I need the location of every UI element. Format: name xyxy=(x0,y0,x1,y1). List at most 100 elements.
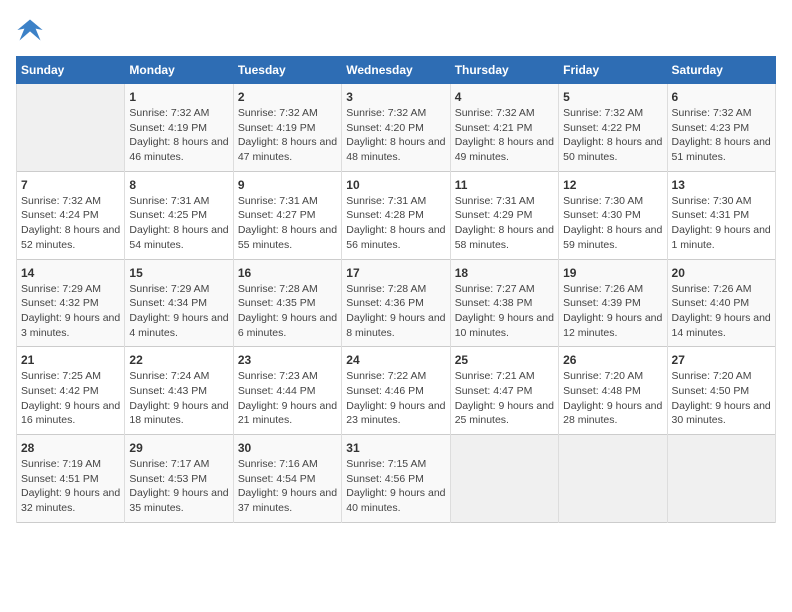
calendar-cell: 8 Sunrise: 7:31 AMSunset: 4:25 PMDayligh… xyxy=(125,171,233,259)
day-info: Sunrise: 7:20 AMSunset: 4:50 PMDaylight:… xyxy=(672,369,771,428)
day-number: 25 xyxy=(455,353,554,367)
calendar-cell: 21 Sunrise: 7:25 AMSunset: 4:42 PMDaylig… xyxy=(17,347,125,435)
weekday-header-tuesday: Tuesday xyxy=(233,57,341,84)
day-number: 6 xyxy=(672,90,771,104)
calendar-cell: 10 Sunrise: 7:31 AMSunset: 4:28 PMDaylig… xyxy=(342,171,450,259)
day-info: Sunrise: 7:23 AMSunset: 4:44 PMDaylight:… xyxy=(238,369,337,428)
day-number: 21 xyxy=(21,353,120,367)
day-info: Sunrise: 7:32 AMSunset: 4:24 PMDaylight:… xyxy=(21,194,120,253)
calendar-week-row: 28 Sunrise: 7:19 AMSunset: 4:51 PMDaylig… xyxy=(17,435,776,523)
day-info: Sunrise: 7:31 AMSunset: 4:25 PMDaylight:… xyxy=(129,194,228,253)
calendar-week-row: 14 Sunrise: 7:29 AMSunset: 4:32 PMDaylig… xyxy=(17,259,776,347)
calendar-cell xyxy=(667,435,775,523)
calendar-cell: 16 Sunrise: 7:28 AMSunset: 4:35 PMDaylig… xyxy=(233,259,341,347)
day-info: Sunrise: 7:15 AMSunset: 4:56 PMDaylight:… xyxy=(346,457,445,516)
calendar-cell: 19 Sunrise: 7:26 AMSunset: 4:39 PMDaylig… xyxy=(559,259,667,347)
day-info: Sunrise: 7:30 AMSunset: 4:31 PMDaylight:… xyxy=(672,194,771,253)
day-number: 30 xyxy=(238,441,337,455)
calendar-table: SundayMondayTuesdayWednesdayThursdayFrid… xyxy=(16,56,776,523)
day-info: Sunrise: 7:17 AMSunset: 4:53 PMDaylight:… xyxy=(129,457,228,516)
calendar-cell: 23 Sunrise: 7:23 AMSunset: 4:44 PMDaylig… xyxy=(233,347,341,435)
day-info: Sunrise: 7:32 AMSunset: 4:21 PMDaylight:… xyxy=(455,106,554,165)
day-info: Sunrise: 7:32 AMSunset: 4:19 PMDaylight:… xyxy=(238,106,337,165)
day-number: 14 xyxy=(21,266,120,280)
day-number: 4 xyxy=(455,90,554,104)
day-info: Sunrise: 7:32 AMSunset: 4:20 PMDaylight:… xyxy=(346,106,445,165)
calendar-week-row: 1 Sunrise: 7:32 AMSunset: 4:19 PMDayligh… xyxy=(17,84,776,172)
day-info: Sunrise: 7:31 AMSunset: 4:28 PMDaylight:… xyxy=(346,194,445,253)
calendar-cell: 17 Sunrise: 7:28 AMSunset: 4:36 PMDaylig… xyxy=(342,259,450,347)
day-info: Sunrise: 7:32 AMSunset: 4:19 PMDaylight:… xyxy=(129,106,228,165)
weekday-header-row: SundayMondayTuesdayWednesdayThursdayFrid… xyxy=(17,57,776,84)
day-info: Sunrise: 7:28 AMSunset: 4:36 PMDaylight:… xyxy=(346,282,445,341)
calendar-week-row: 21 Sunrise: 7:25 AMSunset: 4:42 PMDaylig… xyxy=(17,347,776,435)
day-number: 18 xyxy=(455,266,554,280)
weekday-header-friday: Friday xyxy=(559,57,667,84)
calendar-cell: 30 Sunrise: 7:16 AMSunset: 4:54 PMDaylig… xyxy=(233,435,341,523)
day-number: 27 xyxy=(672,353,771,367)
day-number: 8 xyxy=(129,178,228,192)
day-number: 19 xyxy=(563,266,662,280)
weekday-header-monday: Monday xyxy=(125,57,233,84)
calendar-cell: 20 Sunrise: 7:26 AMSunset: 4:40 PMDaylig… xyxy=(667,259,775,347)
calendar-cell: 2 Sunrise: 7:32 AMSunset: 4:19 PMDayligh… xyxy=(233,84,341,172)
day-number: 15 xyxy=(129,266,228,280)
day-info: Sunrise: 7:30 AMSunset: 4:30 PMDaylight:… xyxy=(563,194,662,253)
calendar-cell: 9 Sunrise: 7:31 AMSunset: 4:27 PMDayligh… xyxy=(233,171,341,259)
day-info: Sunrise: 7:26 AMSunset: 4:39 PMDaylight:… xyxy=(563,282,662,341)
calendar-cell: 5 Sunrise: 7:32 AMSunset: 4:22 PMDayligh… xyxy=(559,84,667,172)
calendar-cell: 24 Sunrise: 7:22 AMSunset: 4:46 PMDaylig… xyxy=(342,347,450,435)
calendar-cell: 7 Sunrise: 7:32 AMSunset: 4:24 PMDayligh… xyxy=(17,171,125,259)
day-number: 9 xyxy=(238,178,337,192)
day-number: 31 xyxy=(346,441,445,455)
day-info: Sunrise: 7:31 AMSunset: 4:27 PMDaylight:… xyxy=(238,194,337,253)
calendar-cell xyxy=(17,84,125,172)
calendar-week-row: 7 Sunrise: 7:32 AMSunset: 4:24 PMDayligh… xyxy=(17,171,776,259)
day-info: Sunrise: 7:31 AMSunset: 4:29 PMDaylight:… xyxy=(455,194,554,253)
logo xyxy=(16,16,48,44)
calendar-cell: 4 Sunrise: 7:32 AMSunset: 4:21 PMDayligh… xyxy=(450,84,558,172)
calendar-cell xyxy=(559,435,667,523)
day-info: Sunrise: 7:29 AMSunset: 4:34 PMDaylight:… xyxy=(129,282,228,341)
calendar-cell: 26 Sunrise: 7:20 AMSunset: 4:48 PMDaylig… xyxy=(559,347,667,435)
calendar-cell: 1 Sunrise: 7:32 AMSunset: 4:19 PMDayligh… xyxy=(125,84,233,172)
day-number: 5 xyxy=(563,90,662,104)
calendar-cell: 6 Sunrise: 7:32 AMSunset: 4:23 PMDayligh… xyxy=(667,84,775,172)
day-info: Sunrise: 7:22 AMSunset: 4:46 PMDaylight:… xyxy=(346,369,445,428)
day-number: 29 xyxy=(129,441,228,455)
day-number: 11 xyxy=(455,178,554,192)
day-info: Sunrise: 7:16 AMSunset: 4:54 PMDaylight:… xyxy=(238,457,337,516)
calendar-cell: 28 Sunrise: 7:19 AMSunset: 4:51 PMDaylig… xyxy=(17,435,125,523)
calendar-cell: 3 Sunrise: 7:32 AMSunset: 4:20 PMDayligh… xyxy=(342,84,450,172)
logo-icon xyxy=(16,16,44,44)
day-number: 3 xyxy=(346,90,445,104)
day-info: Sunrise: 7:29 AMSunset: 4:32 PMDaylight:… xyxy=(21,282,120,341)
calendar-cell: 27 Sunrise: 7:20 AMSunset: 4:50 PMDaylig… xyxy=(667,347,775,435)
calendar-cell: 18 Sunrise: 7:27 AMSunset: 4:38 PMDaylig… xyxy=(450,259,558,347)
day-number: 17 xyxy=(346,266,445,280)
day-number: 23 xyxy=(238,353,337,367)
day-number: 28 xyxy=(21,441,120,455)
day-number: 7 xyxy=(21,178,120,192)
calendar-cell: 14 Sunrise: 7:29 AMSunset: 4:32 PMDaylig… xyxy=(17,259,125,347)
day-info: Sunrise: 7:32 AMSunset: 4:22 PMDaylight:… xyxy=(563,106,662,165)
day-info: Sunrise: 7:28 AMSunset: 4:35 PMDaylight:… xyxy=(238,282,337,341)
calendar-cell xyxy=(450,435,558,523)
day-number: 10 xyxy=(346,178,445,192)
day-number: 13 xyxy=(672,178,771,192)
day-number: 12 xyxy=(563,178,662,192)
day-number: 22 xyxy=(129,353,228,367)
weekday-header-saturday: Saturday xyxy=(667,57,775,84)
calendar-cell: 29 Sunrise: 7:17 AMSunset: 4:53 PMDaylig… xyxy=(125,435,233,523)
day-number: 1 xyxy=(129,90,228,104)
day-number: 24 xyxy=(346,353,445,367)
calendar-cell: 31 Sunrise: 7:15 AMSunset: 4:56 PMDaylig… xyxy=(342,435,450,523)
day-info: Sunrise: 7:24 AMSunset: 4:43 PMDaylight:… xyxy=(129,369,228,428)
day-number: 2 xyxy=(238,90,337,104)
day-number: 20 xyxy=(672,266,771,280)
day-info: Sunrise: 7:19 AMSunset: 4:51 PMDaylight:… xyxy=(21,457,120,516)
day-info: Sunrise: 7:32 AMSunset: 4:23 PMDaylight:… xyxy=(672,106,771,165)
weekday-header-thursday: Thursday xyxy=(450,57,558,84)
day-info: Sunrise: 7:20 AMSunset: 4:48 PMDaylight:… xyxy=(563,369,662,428)
calendar-cell: 15 Sunrise: 7:29 AMSunset: 4:34 PMDaylig… xyxy=(125,259,233,347)
